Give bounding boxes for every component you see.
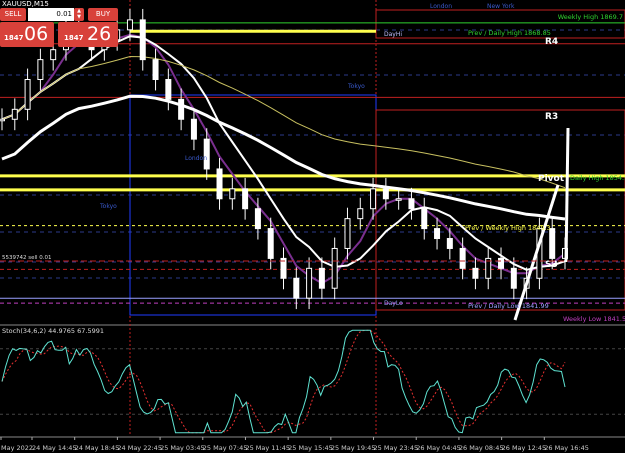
candle-body bbox=[498, 257, 505, 269]
lot-stepper[interactable]: ▲ ▼ bbox=[74, 8, 84, 21]
candle-body bbox=[472, 267, 479, 279]
level-label: R4 bbox=[545, 37, 558, 47]
time-axis: May 202224 May 14:4524 May 18:4524 May 2… bbox=[0, 436, 625, 453]
candle-body bbox=[459, 247, 466, 269]
candle-body bbox=[267, 228, 274, 259]
time-tick-label: 26 May 16:45 bbox=[544, 444, 589, 452]
time-tick-label: 25 May 19:45 bbox=[331, 444, 376, 452]
candlesticks bbox=[0, 8, 568, 310]
candle-body bbox=[434, 228, 441, 240]
candle-body bbox=[549, 228, 556, 259]
time-tick-label: 25 May 23:45 bbox=[374, 444, 419, 452]
level-label: Prev / Daily Low 1841.99 bbox=[468, 302, 549, 310]
buy-price-big: 26 bbox=[87, 23, 112, 45]
candle-body bbox=[331, 247, 338, 289]
candle-body bbox=[446, 238, 453, 249]
session-label: Tokyo bbox=[347, 83, 365, 90]
candle-body bbox=[293, 277, 300, 299]
session-label: DayLo bbox=[384, 300, 403, 307]
candle-body bbox=[126, 19, 133, 31]
time-tick-label: 24 May 14:45 bbox=[32, 444, 77, 452]
one-click-trading-panel: XAUUSD,M15 SELL 0.01 ▲ ▼ BUY 1847 06 1847… bbox=[0, 0, 129, 50]
candle-body bbox=[190, 118, 197, 140]
candle-body bbox=[357, 208, 364, 220]
session-label: London bbox=[185, 155, 207, 162]
moving-averages bbox=[1, 33, 566, 285]
candle-body bbox=[11, 108, 18, 120]
candle-body bbox=[152, 59, 159, 81]
time-tick-label: 24 May 22:45 bbox=[117, 444, 162, 452]
level-label: Daily High 1854.3 bbox=[570, 174, 625, 182]
sell-button[interactable]: SELL bbox=[0, 8, 26, 21]
chart-title: XAUUSD,M15 bbox=[0, 0, 129, 8]
time-tick-label: 26 May 12:45 bbox=[502, 444, 547, 452]
session-label: DayHi bbox=[384, 31, 402, 38]
ma-olive-line bbox=[1, 55, 566, 189]
ma-thick-line bbox=[1, 94, 566, 221]
chart-labels: Weekly High 1869.7 Prev / Daily High 1868… bbox=[0, 3, 625, 323]
session-label: London bbox=[430, 3, 452, 10]
time-tick-label: 26 May 08:45 bbox=[459, 444, 504, 452]
chart-window: { "window": { "symbol_title": "XAUUSD,M1… bbox=[0, 0, 625, 453]
candle-body bbox=[242, 188, 249, 210]
candle-body bbox=[50, 49, 57, 61]
sell-price-big: 06 bbox=[24, 23, 49, 45]
time-tick-label: 26 May 04:45 bbox=[416, 444, 461, 452]
stoch-title: Stoch(34,6,2) 44.9765 67.5991 bbox=[2, 327, 104, 335]
stoch-signal-line bbox=[1, 329, 566, 434]
trend-line-vertical bbox=[564, 127, 570, 263]
time-tick-label: 24 May 18:45 bbox=[75, 444, 120, 452]
sell-price-prefix: 1847 bbox=[4, 34, 24, 42]
time-tick-label: 25 May 07:45 bbox=[203, 444, 248, 452]
lot-size-input[interactable]: 0.01 bbox=[28, 8, 74, 21]
candle-body bbox=[510, 267, 517, 289]
candle-body bbox=[216, 168, 223, 200]
price-chart: Weekly High 1869.7 Prev / Daily High 1868… bbox=[0, 0, 625, 453]
time-tick-label: 25 May 11:45 bbox=[245, 444, 290, 452]
level-label: R3 bbox=[545, 112, 558, 122]
candle-body bbox=[229, 188, 236, 200]
candle-body bbox=[344, 218, 351, 249]
level-label: Weekly High 1869.7 bbox=[558, 13, 623, 21]
candle-body bbox=[165, 79, 172, 100]
chart-grid bbox=[0, 0, 625, 436]
session-label: New York bbox=[487, 3, 515, 10]
buy-price-prefix: 1847 bbox=[64, 34, 84, 42]
ma-white-line bbox=[1, 35, 566, 271]
candle-body bbox=[0, 118, 5, 122]
candle-body bbox=[408, 198, 415, 210]
level-label: Prev / Daily High 1868.85 bbox=[468, 29, 551, 37]
ma-purple-line bbox=[1, 33, 566, 285]
stochastic-panel: Stoch(34,6,2) 44.9765 67.5991 bbox=[0, 327, 625, 434]
candle-body bbox=[254, 208, 261, 230]
candle-body bbox=[370, 188, 377, 210]
time-tick-label: 25 May 15:45 bbox=[288, 444, 333, 452]
buy-button[interactable]: BUY bbox=[88, 8, 118, 21]
session-label: Tokyo bbox=[99, 203, 117, 210]
candle-body bbox=[139, 19, 146, 61]
level-label: Pivot bbox=[538, 174, 565, 184]
candle-body bbox=[395, 198, 402, 201]
candle-body bbox=[24, 79, 31, 110]
level-label: Prev / Weekly High 1849.3 bbox=[465, 224, 551, 232]
time-tick-label: 25 May 03:45 bbox=[160, 444, 205, 452]
candle-body bbox=[37, 59, 44, 81]
session-box-tokyo bbox=[129, 94, 377, 316]
buy-price-button[interactable]: 1847 26 bbox=[58, 22, 118, 47]
candle-body bbox=[421, 208, 428, 230]
candle-body bbox=[382, 188, 389, 200]
candle-body bbox=[318, 267, 325, 289]
stoch-main-line bbox=[1, 329, 566, 434]
order-line-label: 5539742 sell 0.01 bbox=[2, 255, 52, 261]
level-label: Weekly Low 1841.5 bbox=[563, 315, 625, 323]
candle-body bbox=[306, 267, 313, 299]
candle-body bbox=[178, 98, 185, 120]
sell-price-button[interactable]: 1847 06 bbox=[0, 22, 54, 47]
time-tick-label: May 2022 bbox=[1, 444, 33, 452]
